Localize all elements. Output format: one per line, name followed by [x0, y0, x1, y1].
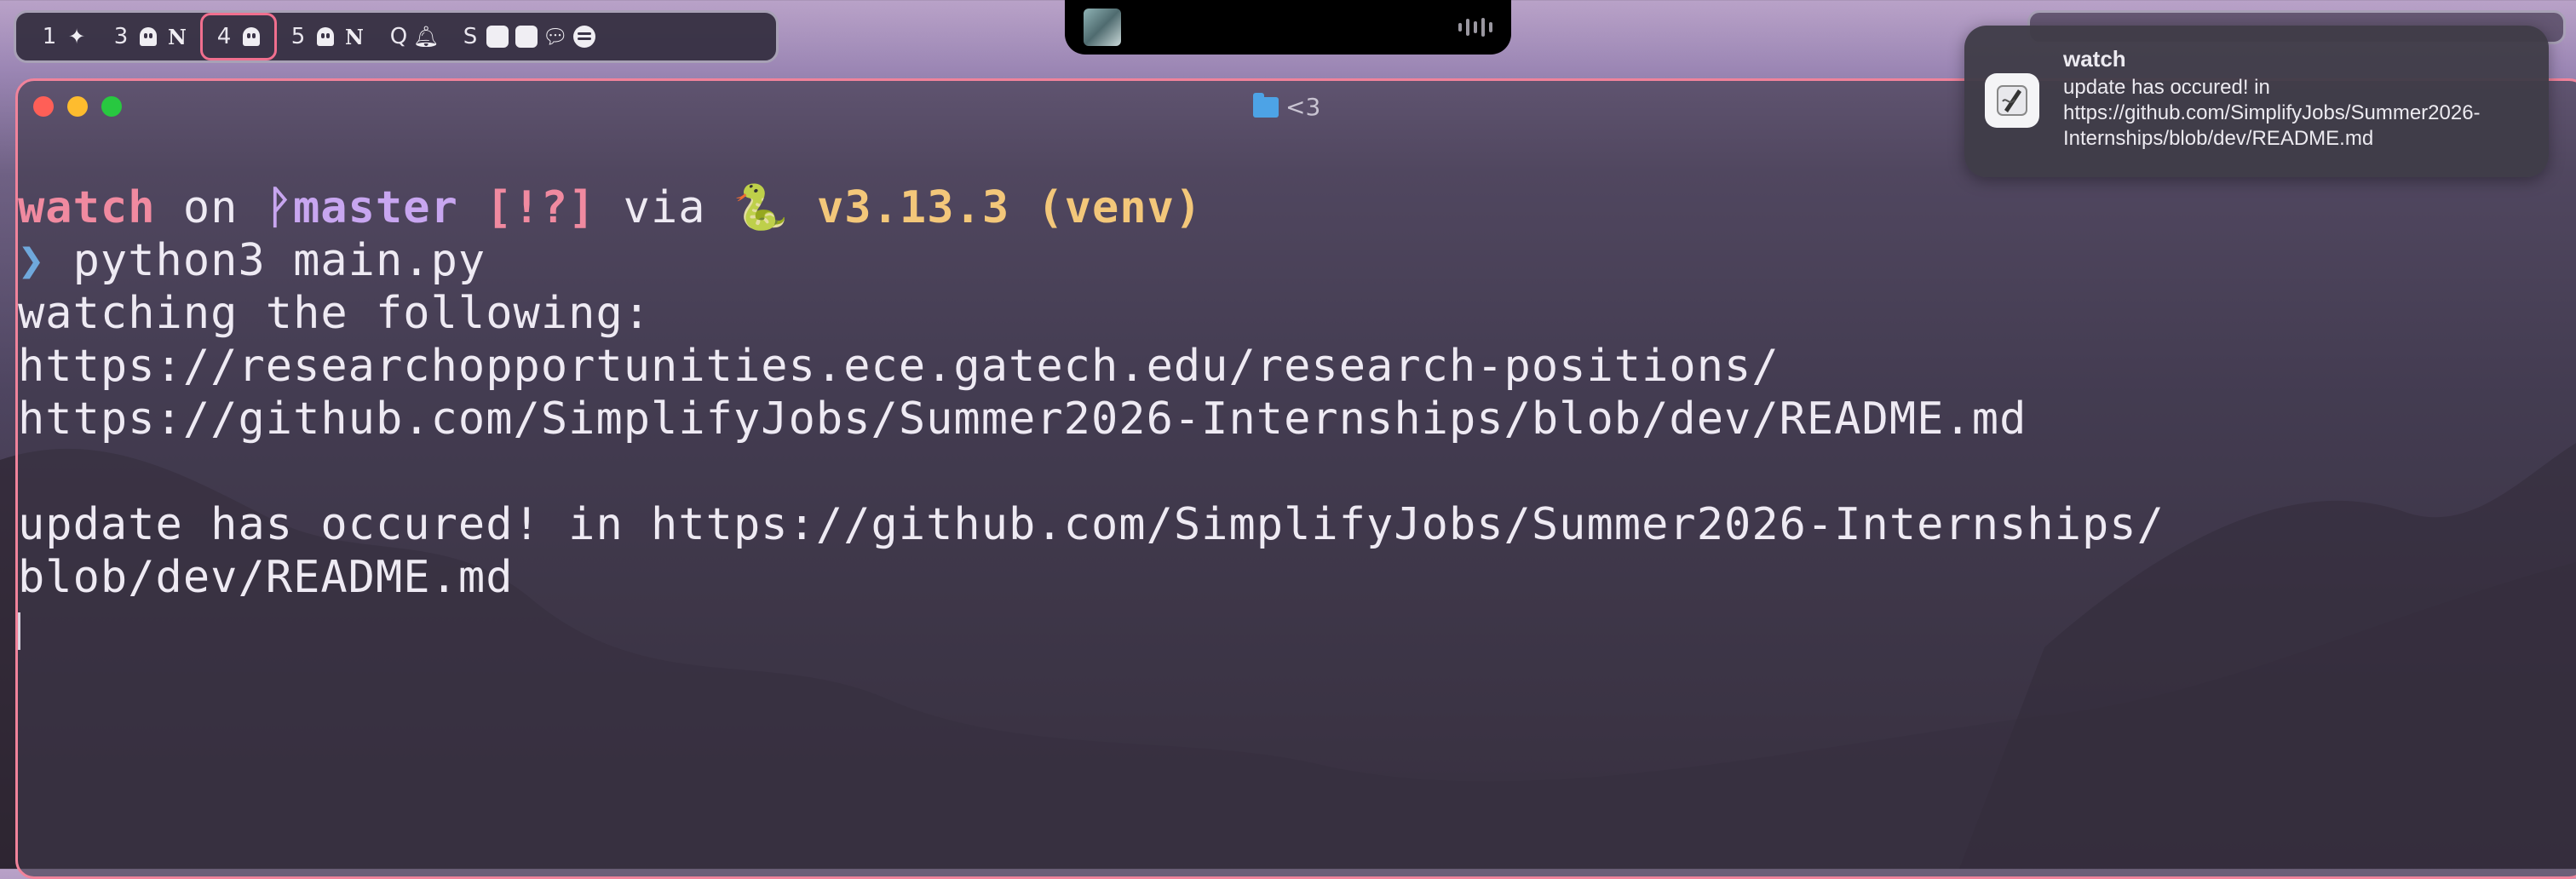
output-line: https://researchopportunities.ece.gatech…	[18, 341, 1780, 392]
finder-icon	[512, 24, 541, 49]
workspace-number: 1	[42, 24, 57, 49]
zoom-button[interactable]	[101, 96, 122, 117]
output-line: watching the following:	[18, 288, 652, 339]
workspace-5[interactable]: 5 N	[277, 13, 377, 60]
workspace-3[interactable]: 3 N	[100, 13, 200, 60]
album-art	[1084, 9, 1121, 46]
prompt-line: watch on ᚹmaster [!?] via 🐍 v3.13.3 (ven…	[18, 181, 2576, 234]
workspace-number: 5	[290, 24, 306, 49]
ghost-icon	[237, 24, 266, 49]
prompt-git-status: [!?]	[457, 182, 596, 233]
workspace-s[interactable]: S 💬︎	[449, 13, 607, 60]
workspace-number: Q	[389, 24, 408, 49]
notification-title: watch	[2063, 46, 2126, 72]
notion-icon: N	[345, 24, 364, 49]
notification-banner[interactable]: watch update has occured! in https://git…	[1964, 26, 2549, 177]
workspace-4[interactable]: 4	[200, 13, 277, 60]
prompt-directory: watch	[18, 182, 156, 233]
minimize-button[interactable]	[67, 96, 88, 117]
prompt-on: on	[155, 182, 266, 233]
workspace-number: S	[463, 24, 478, 49]
output-line: https://github.com/SimplifyJobs/Summer20…	[18, 394, 2027, 445]
bell-icon: 🔔︎	[412, 25, 440, 49]
bird-icon: ✦	[67, 25, 86, 49]
script-editor-icon	[1985, 73, 2039, 128]
audio-wave-icon	[1458, 18, 1492, 37]
window-title: <3	[1253, 92, 1321, 121]
workspace-number: 4	[216, 24, 232, 49]
messages-icon: 💬︎	[542, 25, 569, 49]
output-line: blob/dev/README.md	[18, 552, 514, 603]
workspace-bar: 1 ✦ 3 N 4 5 N Q 🔔︎ S 💬︎	[14, 10, 779, 63]
close-button[interactable]	[33, 96, 54, 117]
prompt-arrow-icon: ❯	[18, 235, 46, 286]
workspace-q[interactable]: Q 🔔︎	[377, 13, 449, 60]
python-icon: 🐍	[733, 182, 790, 233]
text-cursor	[18, 612, 20, 650]
folder-icon	[1253, 92, 1279, 118]
ghost-icon	[311, 24, 340, 49]
branch-icon: ᚹ	[265, 182, 293, 233]
ghost-icon	[134, 24, 163, 49]
prompt-python-version: v3.13.3 (venv)	[789, 182, 1203, 233]
finder-icon	[483, 24, 512, 49]
workspace-number: 3	[113, 24, 129, 49]
command-line: ❯ python3 main.py	[18, 234, 2576, 287]
terminal-output[interactable]: watch on ᚹmaster [!?] via 🐍 v3.13.3 (ven…	[18, 181, 2576, 650]
command-text: python3 main.py	[45, 235, 486, 286]
workspace-1[interactable]: 1 ✦	[28, 13, 100, 60]
prompt-via: via	[595, 182, 733, 233]
prompt-branch: master	[292, 182, 458, 233]
spotify-icon	[570, 24, 599, 49]
terminal-window[interactable]: <3 watch on ᚹmaster [!?] via 🐍 v3.13.3 (…	[15, 78, 2576, 879]
now-playing-notch[interactable]	[1065, 0, 1511, 55]
notification-body: update has occured! in https://github.co…	[2063, 76, 2481, 150]
notion-icon: N	[168, 24, 187, 49]
window-title-text: <3	[1285, 93, 1321, 121]
output-line: update has occured! in https://github.co…	[18, 499, 2165, 550]
